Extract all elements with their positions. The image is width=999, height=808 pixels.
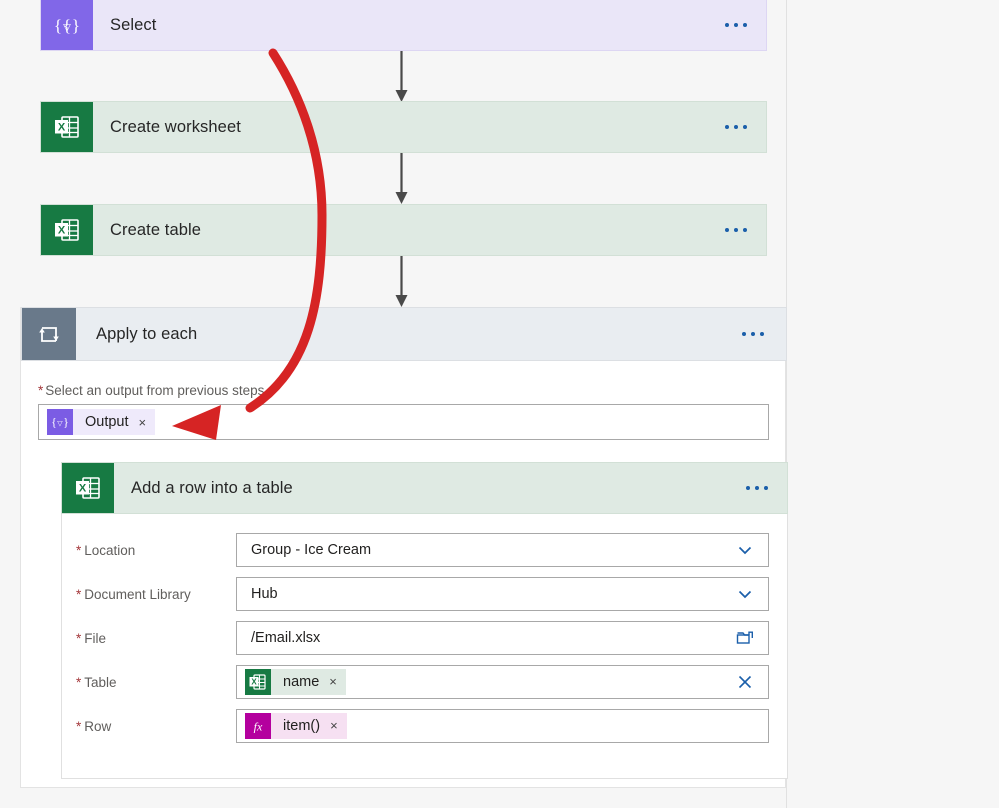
svg-text:X: X [251, 677, 257, 686]
add-row-action-card: X Add a row into a table * Location Group… [61, 462, 788, 779]
close-icon[interactable]: × [139, 416, 147, 429]
svg-text:X: X [58, 225, 66, 237]
apply-to-each-container: Apply to each * Select an output from pre… [20, 307, 788, 788]
output-field-label: * Select an output from previous steps [38, 383, 265, 398]
field-row-row: * Row fx item() × [62, 704, 787, 748]
excel-icon: X [41, 205, 93, 255]
flow-step-title: Select [110, 15, 157, 34]
table-value: X name × [245, 668, 728, 696]
required-marker: * [76, 542, 82, 558]
more-commands-button[interactable] [727, 463, 787, 513]
more-commands-button[interactable] [720, 308, 786, 360]
document-library-value: Hub [251, 586, 278, 602]
document-library-dropdown[interactable]: Hub [236, 577, 769, 611]
select-variable-icon: { ▽ } { [41, 0, 93, 50]
function-icon: fx [245, 712, 271, 739]
loop-icon [22, 308, 76, 360]
svg-text:}: } [72, 16, 80, 35]
token-body: Output × [73, 409, 156, 435]
more-commands-button[interactable] [706, 205, 766, 255]
field-label-table: * Table [76, 674, 117, 690]
svg-text:}: } [63, 415, 69, 429]
required-marker: * [76, 674, 82, 690]
field-row-document-library: * Document Library Hub [62, 572, 787, 616]
svg-text:X: X [58, 122, 66, 134]
apply-to-each-title: Apply to each [96, 324, 198, 343]
svg-text:{: { [51, 415, 57, 429]
close-icon[interactable]: × [329, 675, 337, 688]
connector-arrow [395, 153, 408, 205]
flow-step-select[interactable]: { ▽ } { Select [40, 0, 767, 51]
file-picker-input[interactable]: /Email.xlsx [236, 621, 769, 655]
svg-text:▽: ▽ [63, 23, 71, 34]
close-icon[interactable] [728, 672, 762, 692]
token-row-item[interactable]: fx item() × [245, 712, 347, 739]
connector-arrow [395, 51, 408, 103]
field-row-location: * Location Group - Ice Cream [62, 528, 787, 572]
add-row-header[interactable]: X Add a row into a table [61, 462, 788, 514]
token-label: name [283, 673, 320, 690]
more-commands-button[interactable] [706, 102, 766, 152]
token-table-name[interactable]: X name × [245, 668, 346, 695]
field-label-file: * File [76, 630, 107, 646]
row-value: fx item() × [245, 712, 762, 740]
flow-step-create-worksheet[interactable]: X Create worksheet [40, 101, 767, 153]
svg-text:{: { [54, 16, 62, 35]
token-output[interactable]: { ▽ } Output × [47, 409, 156, 435]
output-input[interactable]: { ▽ } Output × [38, 404, 769, 440]
file-value: /Email.xlsx [251, 630, 321, 646]
row-input[interactable]: fx item() × [236, 709, 769, 743]
location-dropdown[interactable]: Group - Ice Cream [236, 533, 769, 567]
field-label-location: * Location [76, 542, 136, 558]
excel-icon: X [62, 463, 114, 513]
required-marker: * [76, 586, 82, 602]
required-marker: * [38, 383, 44, 398]
token-label: Output [85, 414, 129, 430]
required-marker: * [76, 718, 82, 734]
field-row-file: * File /Email.xlsx [62, 616, 787, 660]
add-row-title: Add a row into a table [131, 478, 293, 497]
location-value: Group - Ice Cream [251, 542, 372, 558]
more-commands-button[interactable] [706, 0, 766, 50]
flow-step-title: Create table [110, 220, 202, 239]
field-label-row: * Row [76, 718, 112, 734]
chevron-down-icon[interactable] [728, 585, 762, 603]
required-marker: * [76, 630, 82, 646]
flow-canvas: { ▽ } { Select X Create worksheet X Crea… [0, 0, 999, 808]
field-label-document-library: * Document Library [76, 586, 191, 602]
chevron-down-icon[interactable] [728, 541, 762, 559]
svg-text:X: X [79, 483, 87, 495]
token-body: item() × [271, 712, 347, 739]
table-input[interactable]: X name × [236, 665, 769, 699]
excel-icon: X [245, 668, 271, 695]
apply-to-each-header[interactable]: Apply to each [21, 307, 787, 361]
folder-icon[interactable] [728, 628, 762, 648]
excel-icon: X [41, 102, 93, 152]
select-variable-icon: { ▽ } [47, 409, 73, 435]
flow-step-title: Create worksheet [110, 117, 241, 136]
token-body: name × [271, 668, 346, 695]
token-label: item() [283, 717, 321, 734]
close-icon[interactable]: × [330, 719, 338, 732]
connector-arrow [395, 256, 408, 308]
flow-step-create-table[interactable]: X Create table [40, 204, 767, 256]
output-field-group: * Select an output from previous steps { … [38, 383, 769, 440]
field-row-table: * Table X name × [62, 660, 787, 704]
svg-text:fx: fx [254, 719, 263, 733]
